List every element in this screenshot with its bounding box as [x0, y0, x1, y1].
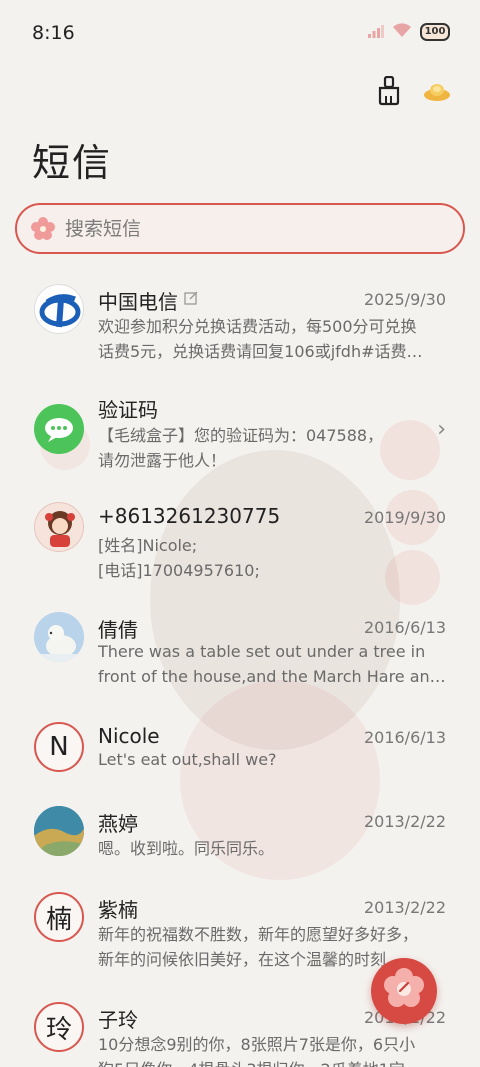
status-bar: 8:16 100 [0, 0, 480, 66]
conversation-preview: front of the house,and the March Hare an… [98, 667, 446, 686]
conversation-preview: 话费5元，兑换话费请回复106或jfdh#话费… [98, 342, 423, 361]
avatar [34, 806, 84, 856]
flower-icon [31, 216, 55, 241]
conversation-date: 2013/2/22 [363, 812, 446, 831]
conversation-name: +8613261230775 [98, 504, 281, 528]
conversation-preview: 请勿泄露于他人！ [98, 451, 227, 470]
conversation-item[interactable]: N Nicole 2016/6/13 Let's eat out,shall w… [0, 710, 480, 796]
conversation-date: 2019/9/30 [363, 508, 446, 527]
conversation-date: 2016/6/13 [363, 728, 446, 747]
conversation-item[interactable]: 中国电信 2025/9/30 欢迎参加积分兑换话费活动，每500分可兑换 话费5… [0, 270, 480, 380]
conversation-date: 2016/6/13 [363, 618, 446, 637]
search-input[interactable] [65, 217, 425, 240]
conversation-name: 燕婷 [98, 812, 138, 836]
page-title: 短信 [32, 141, 113, 185]
wifi-icon [392, 22, 412, 42]
conversation-preview: [姓名]Nicole; [98, 536, 198, 555]
message-bubble-icon [34, 404, 84, 454]
conversation-item[interactable]: 燕婷 2013/2/22 嗯。收到啦。同乐同乐。 [0, 796, 480, 882]
conversation-name: 子玲 [98, 1008, 138, 1032]
compose-flower-icon [382, 967, 426, 1015]
avatar: N [34, 722, 84, 772]
avatar: 玲 [34, 1002, 84, 1052]
conversation-item[interactable]: 倩倩 2016/6/13 There was a table set out u… [0, 600, 480, 710]
gold-ingot-icon[interactable] [422, 76, 452, 106]
conversation-list: 中国电信 2025/9/30 欢迎参加积分兑换话费活动，每500分可兑换 话费5… [0, 270, 480, 1067]
broom-icon[interactable] [374, 76, 404, 106]
conversation-item[interactable]: +8613261230775 2019/9/30 [姓名]Nicole; [电话… [0, 490, 480, 600]
conversation-name: Nicole [98, 724, 160, 748]
avatar [34, 612, 84, 662]
conversation-preview: 10分想念9别的你，8张照片7张是你，6只小 [98, 1035, 416, 1054]
status-time: 8:16 [32, 22, 75, 44]
chevron-right-icon[interactable]: › [437, 417, 446, 442]
conversation-preview: 嗯。收到啦。同乐同乐。 [98, 839, 275, 858]
edit-icon [184, 290, 198, 309]
china-telecom-logo-icon [34, 284, 84, 334]
battery-icon: 100 [420, 23, 450, 41]
search-box[interactable] [15, 203, 465, 254]
status-icons: 100 [368, 22, 450, 42]
conversation-preview: 欢迎参加积分兑换话费活动，每500分可兑换 [98, 317, 417, 336]
conversation-preview: 狗5只像你，4根骨头3根归你，2爪着地1宝 [98, 1056, 448, 1067]
conversation-date: 2013/2/22 [363, 898, 446, 917]
compose-button[interactable] [371, 958, 437, 1024]
top-actions [374, 76, 452, 106]
conversation-preview: Let's eat out,shall we? [98, 750, 277, 769]
conversation-date: 2025/9/30 [363, 290, 446, 309]
avatar [34, 502, 84, 552]
avatar: 楠 [34, 892, 84, 942]
conversation-name: 紫楠 [98, 898, 138, 922]
conversation-preview: There was a table set out under a tree i… [98, 642, 426, 661]
conversation-name: 验证码 [98, 398, 158, 422]
conversation-item[interactable]: 验证码 【毛绒盒子】您的验证码为：047588， 请勿泄露于他人！ › [0, 380, 480, 490]
conversation-name: 中国电信 [98, 290, 178, 314]
conversation-preview: 新年的祝福数不胜数，新年的愿望好多好多， [98, 925, 419, 944]
conversation-name: 倩倩 [98, 618, 138, 642]
conversation-preview: [电话]17004957610; [98, 561, 260, 580]
conversation-preview: 【毛绒盒子】您的验证码为：047588， [98, 426, 384, 445]
signal-icon [368, 23, 384, 42]
